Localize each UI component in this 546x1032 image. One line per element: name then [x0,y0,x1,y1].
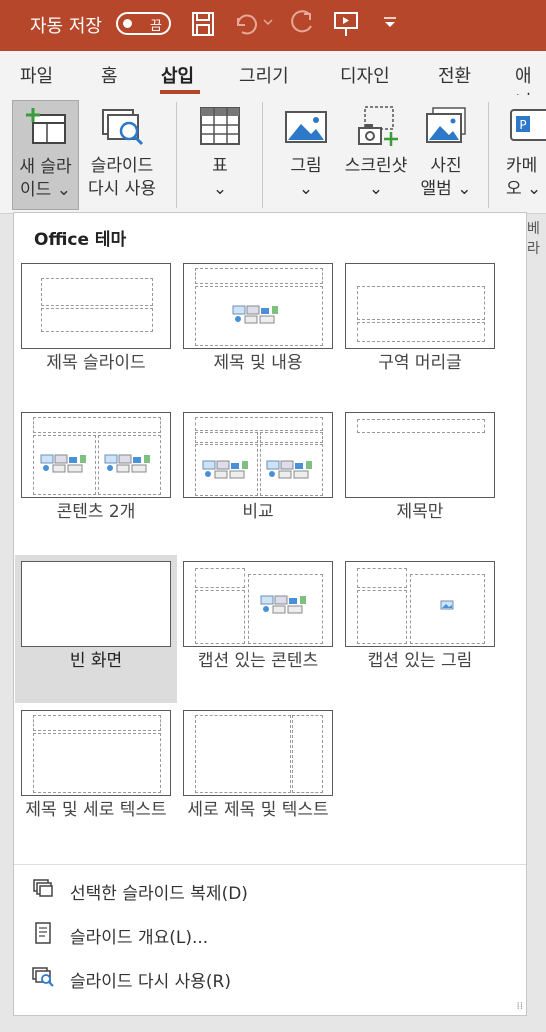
layout-name: 세로 제목 및 텍스트 [187,800,329,820]
table-icon [200,107,240,145]
layout-two-content[interactable]: 콘텐츠 2개 [15,406,177,552]
layout-title-and-vertical-text[interactable]: 제목 및 세로 텍스트 [15,704,177,850]
resize-grip-icon[interactable]: ⁞⁞ [517,1001,523,1012]
undo-dropdown-icon[interactable] [263,18,273,26]
layout-name: 캡션 있는 그림 [367,651,473,671]
menu-separator [14,864,526,865]
layout-name: 캡션 있는 콘텐츠 [197,651,319,671]
picture-label: 그림 [290,156,322,176]
autosave-toggle[interactable]: 끔 [116,12,171,35]
new-slide-icon [25,108,66,144]
screenshot-label: 스크린샷 [344,156,408,176]
ribbon-tabs: 파일 홈 삽입 그리기 디자인 전환 애니 [0,51,546,113]
new-slide-dropdown: Office 테마 제목 슬라이드 제목 및 내용 구역 머리글 콘텐츠 2개 … [13,212,527,1016]
command-label: 선택한 슬라이드 복제(D) [70,884,248,904]
content-placeholder-icons [232,305,278,324]
tab-home[interactable]: 홈 [101,62,118,88]
table-button[interactable]: 표 ⌄ [190,100,250,210]
cameo-label-1: 카메 [506,156,538,176]
tab-insert[interactable]: 삽입 [161,62,194,88]
cameo-icon: P [510,109,546,141]
layout-title-and-content[interactable]: 제목 및 내용 [177,257,339,403]
picture-placeholder-icon [440,600,454,610]
theme-title: Office 테마 [34,230,127,250]
tab-design[interactable]: 디자인 [340,62,390,88]
layout-name: 제목 및 세로 텍스트 [25,800,167,820]
reuse-slides-icon [102,109,144,146]
reuse-slides-command[interactable]: 슬라이드 다시 사용(R) [14,958,526,998]
tab-draw[interactable]: 그리기 [239,62,289,88]
redo-icon[interactable] [288,10,316,38]
layout-name: 빈 화면 [69,651,123,671]
screenshot-dropdown-arrow: ⌄ [368,179,384,199]
toggle-knob [123,19,132,28]
new-slide-label-2: 이드 ⌄ [20,180,71,200]
reuse-slides-icon [32,967,54,987]
cameo-label-2: 오 ⌄ [506,179,542,199]
layout-title-only[interactable]: 제목만 [339,406,501,552]
photo-album-label-2: 앨범 ⌄ [420,179,472,199]
title-bar: 자동 저장 끔 [0,0,546,51]
layout-name: 구역 머리글 [378,353,462,373]
duplicate-slides-icon [33,879,53,897]
command-label: 슬라이드 다시 사용(R) [70,972,232,992]
layout-comparison[interactable]: 비교 [177,406,339,552]
toggle-state: 끔 [150,19,162,34]
outline-document-icon [35,922,51,944]
content-placeholder-icons [40,454,86,473]
slides-outline-command[interactable]: 슬라이드 개요(L)... [14,914,526,954]
layout-content-with-caption[interactable]: 캡션 있는 콘텐츠 [177,555,339,701]
photo-album-label-1: 사진 [430,156,462,176]
ribbon-group-label: 베라 [527,221,540,257]
content-placeholder-icons [104,454,150,473]
reuse-slides-button[interactable]: 슬라이드 다시 사용 [82,100,162,210]
layout-section-header[interactable]: 구역 머리글 [339,257,501,403]
layout-name: 비교 [242,502,274,522]
autosave-label: 자동 저장 [30,16,102,37]
layout-name: 제목 슬라이드 [46,353,146,373]
ribbon-separator [176,102,177,208]
active-tab-indicator [160,90,200,94]
picture-button[interactable]: 그림 ⌄ [278,100,334,210]
screenshot-icon [358,106,398,146]
table-dropdown-arrow: ⌄ [212,179,228,199]
photo-album-button[interactable]: 사진 앨범 ⌄ [416,100,476,210]
save-icon[interactable] [190,10,216,38]
content-placeholder-icons [266,460,312,479]
layout-name: 콘텐츠 2개 [56,502,136,522]
reuse-slides-label-2: 다시 사용 [88,179,156,199]
new-slide-button[interactable]: 새 슬라 이드 ⌄ [12,100,79,210]
content-placeholder-icons [260,595,306,614]
layout-picture-with-caption[interactable]: 캡션 있는 그림 [339,555,501,701]
layout-name: 제목 및 내용 [213,353,303,373]
ribbon-separator [488,102,489,208]
duplicate-slides-command[interactable]: 선택한 슬라이드 복제(D) [14,870,526,910]
svg-text:P: P [519,118,526,132]
tab-transitions[interactable]: 전환 [438,62,471,88]
tab-file[interactable]: 파일 [20,62,53,88]
table-label: 표 [212,156,228,176]
layout-vertical-title-and-text[interactable]: 세로 제목 및 텍스트 [177,704,339,850]
command-label: 슬라이드 개요(L)... [70,928,209,948]
screenshot-button[interactable]: 스크린샷 ⌄ [338,100,414,210]
ribbon-separator [262,102,263,208]
customize-qat-icon[interactable] [382,16,398,30]
photo-album-icon [426,107,466,143]
new-slide-label-1: 새 슬라 [19,157,72,177]
picture-dropdown-arrow: ⌄ [298,179,314,199]
cameo-button[interactable]: P 카메 오 ⌄ [506,100,546,210]
present-from-start-icon[interactable] [332,10,360,38]
picture-icon [285,111,327,143]
layout-blank[interactable]: 빈 화면 [15,555,177,703]
content-placeholder-icons [202,460,248,479]
layout-title-slide[interactable]: 제목 슬라이드 [15,257,177,403]
undo-icon[interactable] [232,10,260,38]
reuse-slides-label-1: 슬라이드 [90,156,154,176]
layout-name: 제목만 [396,502,444,522]
